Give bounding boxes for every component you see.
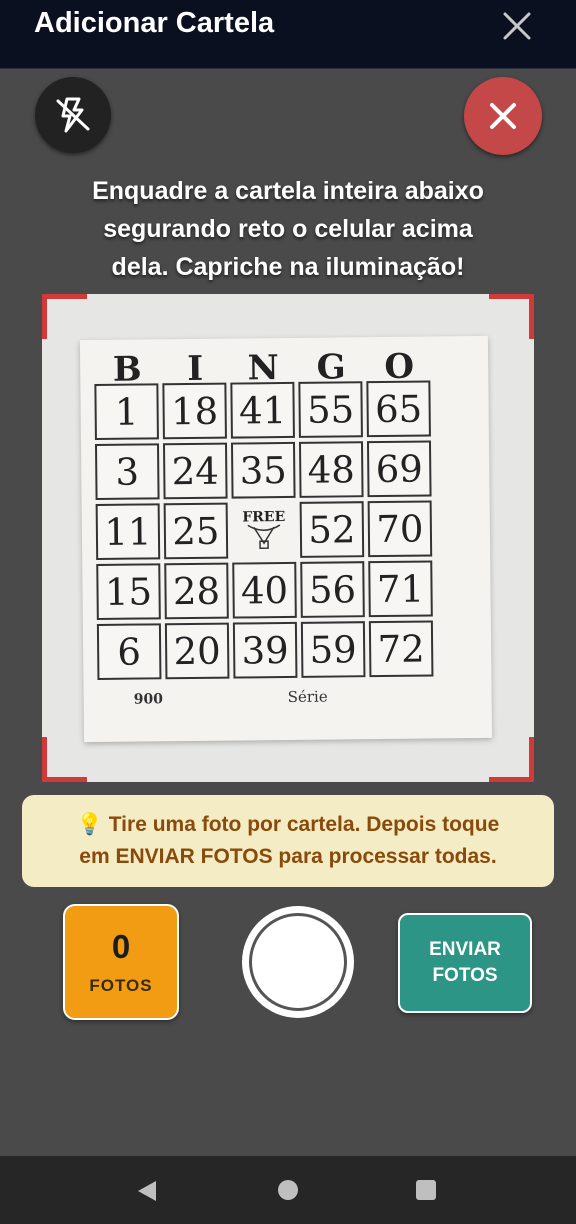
- bingo-cell: 41: [230, 381, 295, 439]
- frame-corner: [42, 737, 87, 782]
- bingo-cell: 52: [299, 501, 365, 558]
- bingo-cell: 1: [94, 383, 159, 440]
- photos-counter-button[interactable]: 0 FOTOS: [63, 904, 179, 1020]
- recent-apps-icon[interactable]: [416, 1180, 436, 1200]
- cancel-capture-button[interactable]: [464, 77, 542, 155]
- free-space-icon: [247, 524, 281, 550]
- close-icon[interactable]: [500, 9, 534, 43]
- capture-instructions: Enquadre a cartela inteira abaixo segura…: [20, 172, 556, 286]
- close-icon: [490, 103, 516, 129]
- bingo-cell: 24: [162, 442, 228, 500]
- lightbulb-icon: 💡: [76, 813, 103, 836]
- photos-count: 0: [111, 928, 131, 965]
- bingo-cell: 72: [368, 620, 434, 678]
- bingo-cell: 18: [162, 382, 227, 440]
- bingo-cell: 28: [164, 562, 229, 620]
- bingo-card-preview: B I N G O 1 18 41 55 65 3 24 35 48 69 11…: [79, 335, 493, 743]
- bingo-grid: 1 18 41 55 65 3 24 35 48 69 11 25 FREE 5…: [92, 380, 439, 686]
- camera-viewfinder: B I N G O 1 18 41 55 65 3 24 35 48 69 11…: [42, 294, 534, 782]
- app-header: Adicionar Cartela: [0, 0, 576, 69]
- page-title: Adicionar Cartela: [34, 7, 275, 39]
- flash-off-icon: [56, 97, 90, 133]
- tip-line: 💡 Tire uma foto por cartela. Depois toqu…: [32, 809, 544, 841]
- bingo-cell: 55: [298, 381, 363, 438]
- instruction-line: dela. Capriche na iluminação!: [111, 253, 465, 281]
- shutter-button[interactable]: [242, 906, 354, 1018]
- bingo-cell: 70: [367, 500, 433, 558]
- frame-corner: [489, 294, 534, 339]
- bingo-free-cell: FREE: [232, 502, 297, 559]
- bingo-cell: 48: [298, 441, 364, 498]
- serie-label: Série: [287, 687, 328, 706]
- bingo-cell: 71: [368, 560, 433, 618]
- home-icon[interactable]: [278, 1180, 298, 1200]
- card-number: 900: [133, 691, 163, 708]
- bingo-cell: 11: [95, 503, 161, 560]
- instruction-line: Enquadre a cartela inteira abaixo: [92, 177, 484, 205]
- tip-banner: 💡 Tire uma foto por cartela. Depois toqu…: [22, 795, 554, 887]
- frame-corner: [489, 737, 534, 782]
- send-label-line: FOTOS: [432, 965, 498, 986]
- bingo-cell: 20: [164, 622, 230, 680]
- bingo-cell: 35: [230, 441, 296, 499]
- bingo-cell: 40: [232, 561, 297, 619]
- bingo-cell: 65: [366, 380, 431, 438]
- system-navbar: [0, 1156, 576, 1224]
- send-label-line: ENVIAR: [429, 939, 501, 960]
- tip-text: Tire uma foto por cartela. Depois toque: [108, 813, 500, 836]
- bingo-cell: 59: [300, 621, 366, 678]
- instruction-line: segurando reto o celular acima: [103, 215, 473, 243]
- bingo-cell: 39: [232, 621, 298, 679]
- back-icon[interactable]: [136, 1180, 158, 1202]
- bingo-cell: 6: [96, 623, 162, 680]
- shutter-ring: [249, 913, 347, 1011]
- bingo-cell: 15: [96, 563, 161, 620]
- send-photos-button[interactable]: ENVIAR FOTOS: [398, 913, 532, 1013]
- bingo-cell: 3: [94, 443, 160, 500]
- bingo-cell: 25: [163, 502, 229, 560]
- photos-label: FOTOS: [89, 976, 153, 995]
- bingo-cell: 69: [366, 440, 432, 498]
- flash-toggle-button[interactable]: [35, 77, 111, 153]
- bingo-cell: 56: [300, 561, 365, 618]
- frame-corner: [42, 294, 87, 339]
- tip-line: em ENVIAR FOTOS para processar todas.: [79, 845, 497, 868]
